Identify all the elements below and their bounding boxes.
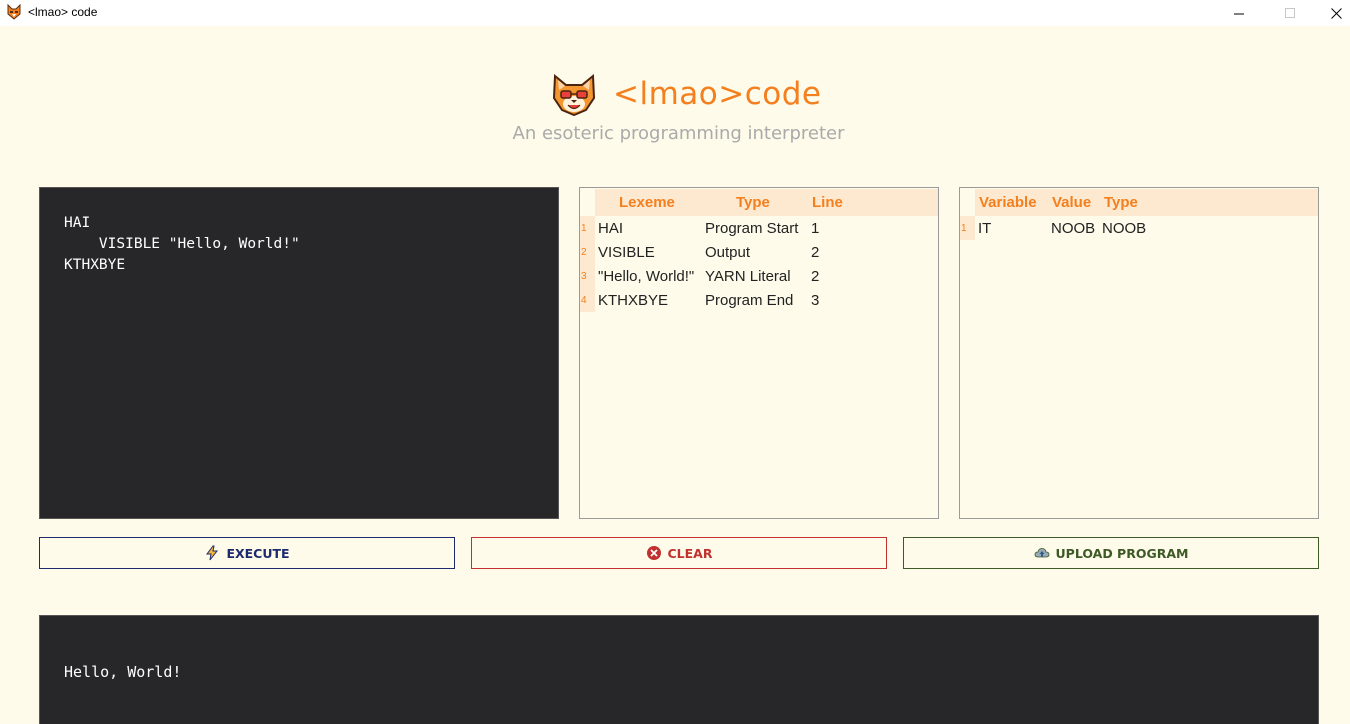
cloud-upload-icon <box>1034 548 1049 558</box>
lexeme-cell[interactable]: VISIBLE <box>598 244 655 261</box>
close-button[interactable] <box>1313 0 1350 26</box>
output-console: Hello, World! <box>39 615 1319 724</box>
lexeme-table-header: Lexeme Type Line <box>595 189 938 216</box>
lexeme-table[interactable]: Lexeme Type Line 1 HAI Program Start 1 2… <box>579 187 939 519</box>
line-cell[interactable]: 2 <box>811 268 819 285</box>
row-number: 1 <box>961 223 967 234</box>
cat-mascot-icon <box>552 74 596 116</box>
lightning-icon <box>206 545 219 561</box>
code-editor[interactable]: HAI VISIBLE "Hello, World!" KTHXBYE <box>39 187 559 519</box>
console-output-text: Hello, World! <box>64 663 182 681</box>
column-header-value[interactable]: Value <box>1052 194 1091 211</box>
row-number: 2 <box>581 247 587 258</box>
type-cell[interactable]: Output <box>705 244 750 261</box>
minimize-icon <box>1233 13 1244 14</box>
maximize-icon <box>1284 7 1295 18</box>
upload-program-button[interactable]: UPLOAD PROGRAM <box>903 537 1319 569</box>
column-header-lexeme[interactable]: Lexeme <box>619 194 675 211</box>
code-text[interactable]: HAI VISIBLE "Hello, World!" KTHXBYE <box>64 213 300 276</box>
column-header-line[interactable]: Line <box>812 194 843 211</box>
clear-label: CLEAR <box>667 545 713 561</box>
row-number: 4 <box>581 295 587 306</box>
execute-button[interactable]: EXECUTE <box>39 537 455 569</box>
column-header-type[interactable]: Type <box>1104 194 1138 211</box>
line-cell[interactable]: 1 <box>811 220 819 237</box>
lexeme-cell[interactable]: KTHXBYE <box>598 292 668 309</box>
app-icon <box>7 4 21 20</box>
app-name: <lmao>code <box>613 76 822 112</box>
type-cell[interactable]: Program End <box>705 292 793 309</box>
symbol-table[interactable]: Variable Value Type 1 IT NOOB NOOB <box>959 187 1319 519</box>
minimize-button[interactable] <box>1216 0 1262 26</box>
lexeme-cell[interactable]: "Hello, World!" <box>598 268 694 285</box>
upload-label: UPLOAD PROGRAM <box>1055 545 1189 561</box>
type-cell[interactable]: Program Start <box>705 220 798 237</box>
execute-label: EXECUTE <box>226 545 290 561</box>
maximize-button[interactable] <box>1267 0 1313 26</box>
row-number: 3 <box>581 271 587 282</box>
close-icon <box>1330 7 1342 19</box>
window-title: <lmao> code <box>28 5 98 19</box>
column-header-variable[interactable]: Variable <box>979 194 1037 211</box>
value-cell[interactable]: NOOB <box>1051 220 1095 237</box>
app-tagline: An esoteric programming interpreter <box>512 123 845 144</box>
symbol-table-header: Variable Value Type <box>975 189 1318 216</box>
lexeme-cell[interactable]: HAI <box>598 220 623 237</box>
column-header-type[interactable]: Type <box>736 194 770 211</box>
type-cell[interactable]: YARN Literal <box>705 268 791 285</box>
line-cell[interactable]: 3 <box>811 292 819 309</box>
line-cell[interactable]: 2 <box>811 244 819 261</box>
row-number: 1 <box>581 223 587 234</box>
window-titlebar: <lmao> code <box>0 0 1350 26</box>
clear-button[interactable]: CLEAR <box>471 537 887 569</box>
type-cell[interactable]: NOOB <box>1102 220 1146 237</box>
variable-cell[interactable]: IT <box>978 220 991 237</box>
close-circle-icon <box>646 546 661 560</box>
